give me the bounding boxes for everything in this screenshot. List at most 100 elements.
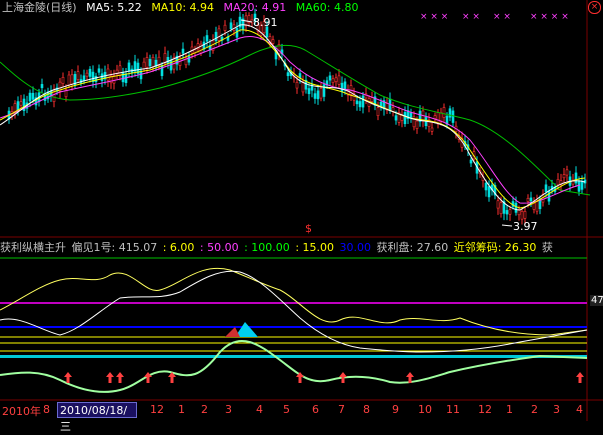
candle-body — [394, 115, 398, 121]
top-right-markers: × × × × × × × × × × × — [420, 12, 569, 22]
time-axis-label: 4 — [256, 403, 263, 416]
candle-body — [340, 82, 344, 93]
candle-body — [127, 62, 131, 71]
candle-body — [295, 82, 299, 89]
ind-bottom-curve — [0, 339, 588, 393]
candle-body — [322, 84, 326, 97]
candle-body — [535, 201, 539, 212]
candle-body — [313, 93, 317, 99]
candle-body — [148, 58, 152, 67]
indicator-name: 获利纵横主升 — [0, 241, 66, 254]
candle-body — [355, 100, 359, 105]
candle-body — [379, 101, 383, 107]
candle-body — [271, 39, 275, 44]
candle-body — [370, 97, 374, 102]
candle-body — [529, 197, 533, 202]
candle-body — [319, 88, 323, 99]
ind-yellow-line — [0, 267, 588, 336]
candle-body — [307, 88, 311, 95]
candle-body — [361, 95, 365, 108]
candle-body — [70, 74, 74, 85]
candle-body — [166, 57, 170, 64]
svg-text:× × ×: × × × — [420, 12, 448, 22]
candle-body — [451, 110, 455, 123]
candle-body — [187, 55, 191, 63]
candle-body — [100, 73, 104, 81]
buy-arrow-icon — [64, 372, 72, 383]
candle-body — [19, 101, 23, 106]
buy-arrow-icon — [576, 372, 584, 383]
indicator-v4: : 15.00 — [295, 241, 335, 254]
candle-body — [85, 72, 89, 77]
candle-body — [415, 120, 419, 129]
candle-body — [358, 101, 362, 108]
candle-body — [82, 75, 86, 82]
svg-text:× ×: × × — [493, 12, 511, 22]
red-peak — [225, 327, 240, 337]
candle-body — [433, 115, 437, 120]
candle-body — [409, 112, 413, 118]
candle-body — [508, 209, 512, 215]
candle-body — [40, 84, 44, 89]
candle-body — [118, 65, 122, 76]
svg-text:× ×: × × — [462, 12, 480, 22]
candle-body — [532, 202, 536, 210]
buy-arrow-icon — [116, 372, 124, 383]
indicator-v3: : 100.00 — [244, 241, 290, 254]
indicator-v1: : 6.00 — [162, 241, 195, 254]
candle-body — [61, 77, 65, 84]
candle-body — [496, 200, 500, 209]
candle-body — [163, 53, 167, 64]
time-axis-label: 1 — [506, 403, 513, 416]
candle-body — [547, 190, 551, 202]
candle-body — [505, 210, 509, 215]
candle-body — [229, 22, 233, 30]
indicator-v2: : 50.00 — [199, 241, 239, 254]
indicator-tail: 获 — [541, 241, 553, 254]
candle-body — [223, 24, 227, 31]
candle-body — [181, 48, 185, 54]
candle-body — [469, 159, 473, 164]
candle-body — [562, 174, 566, 179]
cyan-band — [0, 355, 587, 358]
candle-body — [160, 65, 164, 76]
candle-body — [214, 31, 218, 42]
candle-body — [217, 28, 221, 41]
candle-body — [574, 172, 578, 184]
candle-body — [565, 169, 569, 176]
candle-body — [523, 211, 527, 219]
time-axis-label: 3 — [225, 403, 232, 416]
candle-body — [580, 181, 584, 190]
candle-body — [121, 72, 125, 83]
candle-body — [376, 107, 380, 117]
candle-body — [145, 57, 149, 68]
buy-arrow-icon — [106, 372, 114, 383]
candle-body — [337, 75, 341, 85]
candle-body — [526, 197, 530, 202]
time-axis-label: 10 — [418, 403, 432, 416]
candle-body — [301, 81, 305, 93]
candle-body — [544, 184, 548, 192]
indicator-right-value: 47 — [590, 295, 603, 306]
time-axis-label: 1 — [178, 403, 185, 416]
candle-body — [499, 202, 503, 215]
candle-body — [328, 75, 332, 81]
time-axis[interactable]: 2010年 8 2010/08/18/三 12 1 2 3 4 5 6 7 8 9 10 11 12 1 2 3 4 — [0, 401, 603, 433]
time-axis-label: 6 — [312, 403, 319, 416]
candle-body — [94, 75, 98, 82]
candle-body — [487, 186, 491, 198]
time-axis-label: 3 — [553, 403, 560, 416]
candle-body — [403, 112, 407, 125]
ma5-line — [0, 24, 586, 211]
ma20-line — [0, 36, 581, 204]
candle-body — [430, 127, 434, 132]
time-axis-label: 8 — [43, 403, 50, 416]
candle-body — [67, 74, 71, 86]
time-axis-label: 2010年 — [2, 405, 41, 418]
candle-body — [151, 57, 155, 68]
chart-canvas[interactable]: × × × × × × × × × × × 8.91 3.97 $ — [0, 0, 603, 421]
candle-body — [517, 209, 521, 216]
candle-body — [31, 92, 35, 100]
candle-body — [28, 92, 32, 102]
kline-chart-window[interactable]: 上海金陵(日线) MA5: 5.22 MA10: 4.94 MA20: 4.91… — [0, 0, 603, 433]
